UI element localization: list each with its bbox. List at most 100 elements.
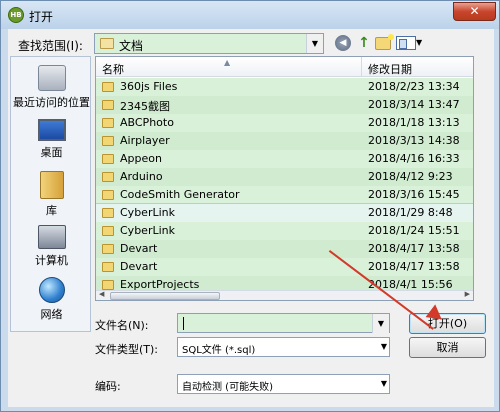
list-item[interactable]: 360js Files 2018/2/23 13:34: [96, 78, 473, 96]
item-name: Airplayer: [120, 134, 170, 147]
list-item[interactable]: ABCPhoto 2018/1/18 13:13: [96, 114, 473, 132]
item-date: 2018/1/18 13:13: [368, 116, 460, 129]
item-date: 2018/3/14 13:47: [368, 98, 460, 111]
folder-icon: [102, 136, 114, 146]
scrollbar-thumb[interactable]: [110, 292, 220, 300]
recent-places-icon: [37, 65, 66, 91]
item-date: 2018/4/16 16:33: [368, 152, 460, 165]
view-menu-icon[interactable]: [396, 36, 416, 50]
filename-label: 文件名(N):: [95, 319, 149, 332]
list-item[interactable]: Devart 2018/4/17 13:58: [96, 258, 473, 276]
folder-icon: [102, 82, 114, 92]
desktop-icon: [37, 119, 66, 141]
folder-icon: [102, 262, 114, 272]
item-name: CodeSmith Generator: [120, 188, 240, 201]
filetype-select[interactable]: SQL文件 (*.sql) ▼: [177, 337, 390, 357]
chevron-down-icon[interactable]: ▼: [306, 34, 323, 53]
look-in-combo[interactable]: 文档 ▼: [94, 33, 324, 54]
chevron-down-icon[interactable]: ▼: [372, 314, 389, 333]
folder-icon: [102, 118, 114, 128]
scroll-left-icon[interactable]: ◀: [99, 290, 104, 298]
view-menu-chevron-icon[interactable]: ▼: [416, 38, 422, 47]
computer-icon: [37, 225, 66, 249]
item-date: 2018/2/23 13:34: [368, 80, 460, 93]
item-name: 360js Files: [120, 80, 178, 93]
item-date: 2018/4/17 13:58: [368, 242, 460, 255]
list-header: 名称 ▲ 修改日期: [96, 57, 473, 77]
chevron-down-icon[interactable]: ▼: [381, 342, 387, 351]
close-button[interactable]: ✕: [453, 2, 496, 21]
file-list[interactable]: 名称 ▲ 修改日期 360js Files 2018/2/23 13:34 234…: [95, 56, 474, 301]
folder-icon: [102, 280, 114, 290]
item-name: 2345截图: [120, 100, 170, 113]
list-item[interactable]: Airplayer 2018/3/13 14:38: [96, 132, 473, 150]
cancel-button[interactable]: 取消: [409, 337, 486, 358]
open-button[interactable]: 打开(O): [409, 313, 486, 334]
place-network[interactable]: 网络: [11, 277, 92, 322]
horizontal-scrollbar[interactable]: ◀ ▶: [96, 290, 473, 300]
filetype-label: 文件类型(T):: [95, 343, 159, 356]
item-name: Devart: [120, 260, 158, 273]
list-item[interactable]: 2345截图 2018/3/14 13:47: [96, 96, 473, 114]
filename-input[interactable]: ▼: [177, 313, 390, 333]
list-item[interactable]: Devart 2018/4/17 13:58: [96, 240, 473, 258]
sort-ascending-icon: ▲: [224, 58, 231, 67]
look-in-label: 查找范围(I):: [18, 39, 83, 53]
list-item[interactable]: CodeSmith Generator 2018/3/16 15:45: [96, 186, 473, 204]
scroll-right-icon[interactable]: ▶: [465, 290, 470, 298]
folder-icon: [102, 208, 114, 218]
look-in-value: 文档: [119, 39, 144, 53]
place-label: 最近访问的位置: [13, 96, 90, 109]
place-recent[interactable]: 最近访问的位置: [11, 65, 92, 110]
back-icon[interactable]: ◀: [335, 35, 351, 51]
documents-folder-icon: [100, 38, 114, 49]
filetype-value: SQL文件 (*.sql): [182, 345, 256, 356]
column-header-name[interactable]: 名称: [102, 61, 124, 77]
places-bar: 最近访问的位置 桌面 库 计算机 网络: [10, 56, 91, 332]
item-date: 2018/4/12 9:23: [368, 170, 453, 183]
library-icon: [39, 171, 64, 199]
network-icon: [38, 277, 65, 303]
place-computer[interactable]: 计算机: [11, 225, 92, 268]
folder-icon: [102, 172, 114, 182]
up-folder-icon[interactable]: ↑: [356, 35, 372, 51]
place-label: 计算机: [35, 254, 68, 267]
folder-icon: [102, 190, 114, 200]
item-name: Devart: [120, 242, 158, 255]
folder-icon: [102, 154, 114, 164]
item-date: 2018/3/13 14:38: [368, 134, 460, 147]
list-item[interactable]: Arduino 2018/4/12 9:23: [96, 168, 473, 186]
folder-icon: [102, 226, 114, 236]
column-header-date[interactable]: 修改日期: [368, 61, 412, 77]
item-name: Arduino: [120, 170, 163, 183]
folder-icon: [102, 100, 114, 110]
list-item[interactable]: CyberLink 2018/1/29 8:48: [96, 203, 473, 223]
place-desktop[interactable]: 桌面: [11, 119, 92, 160]
column-divider[interactable]: [361, 57, 362, 77]
item-name: CyberLink: [120, 224, 175, 237]
place-label: 桌面: [40, 146, 63, 159]
text-caret: [183, 317, 184, 330]
place-library[interactable]: 库: [11, 171, 92, 218]
encoding-label: 编码:: [95, 380, 121, 393]
list-item[interactable]: CyberLink 2018/1/24 15:51: [96, 222, 473, 240]
place-label: 库: [46, 204, 57, 217]
new-folder-icon[interactable]: [375, 34, 394, 50]
encoding-select[interactable]: 自动检测 (可能失败) ▼: [177, 374, 390, 394]
chevron-down-icon[interactable]: ▼: [381, 379, 387, 388]
item-name: Appeon: [120, 152, 162, 165]
item-name: ABCPhoto: [120, 116, 174, 129]
item-date: 2018/3/16 15:45: [368, 188, 460, 201]
file-rows: 360js Files 2018/2/23 13:34 2345截图 2018/3/…: [96, 78, 473, 294]
title-bar: HB 打开 ✕: [1, 1, 499, 29]
item-date: 2018/4/17 13:58: [368, 260, 460, 273]
folder-icon: [102, 244, 114, 254]
window-title: 打开: [29, 10, 54, 24]
app-icon: HB: [8, 7, 24, 23]
item-date: 2018/1/24 15:51: [368, 224, 460, 237]
encoding-value: 自动检测 (可能失败): [182, 382, 273, 393]
item-name: CyberLink: [120, 206, 175, 219]
item-date: 2018/1/29 8:48: [368, 206, 453, 219]
list-item[interactable]: Appeon 2018/4/16 16:33: [96, 150, 473, 168]
place-label: 网络: [40, 308, 63, 321]
